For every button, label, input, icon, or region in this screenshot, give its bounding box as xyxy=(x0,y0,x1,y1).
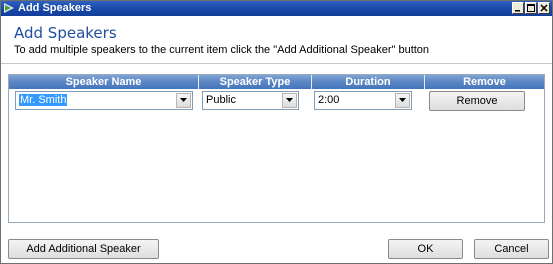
minimize-button[interactable] xyxy=(512,2,524,14)
duration-select[interactable]: 2:00 xyxy=(314,91,412,110)
column-header-speaker-type: Speaker Type xyxy=(199,75,312,89)
speaker-name-dropdown-arrow[interactable] xyxy=(176,93,191,108)
column-header-duration: Duration xyxy=(312,75,425,89)
add-speakers-dialog: Add Speakers Add Speakers To add multipl… xyxy=(0,0,553,264)
duration-dropdown-arrow[interactable] xyxy=(395,93,410,108)
ok-button[interactable]: OK xyxy=(388,239,463,259)
column-header-remove: Remove xyxy=(425,75,544,89)
instructions-text: To add multiple speakers to the current … xyxy=(14,44,430,56)
title-bar[interactable]: Add Speakers xyxy=(1,1,552,16)
close-button[interactable] xyxy=(538,2,550,14)
speaker-type-value: Public xyxy=(206,94,236,106)
speakers-table: Speaker Name Speaker Type Duration Remov… xyxy=(8,74,545,223)
app-arrow-icon xyxy=(3,2,15,14)
column-header-speaker-name: Speaker Name xyxy=(9,75,199,89)
header-divider xyxy=(1,63,552,64)
remove-speaker-button[interactable]: Remove xyxy=(429,91,525,111)
speaker-type-dropdown-arrow[interactable] xyxy=(282,93,297,108)
speaker-type-select[interactable]: Public xyxy=(202,91,299,110)
window-title: Add Speakers xyxy=(18,2,92,14)
maximize-button[interactable] xyxy=(525,2,537,14)
speaker-name-combobox[interactable]: Mr. Smith xyxy=(15,91,193,110)
add-additional-speaker-button[interactable]: Add Additional Speaker xyxy=(8,239,159,259)
cancel-button[interactable]: Cancel xyxy=(474,239,549,259)
duration-value: 2:00 xyxy=(318,94,340,106)
dialog-heading: Add Speakers xyxy=(14,24,117,42)
speaker-name-value[interactable]: Mr. Smith xyxy=(19,94,68,106)
